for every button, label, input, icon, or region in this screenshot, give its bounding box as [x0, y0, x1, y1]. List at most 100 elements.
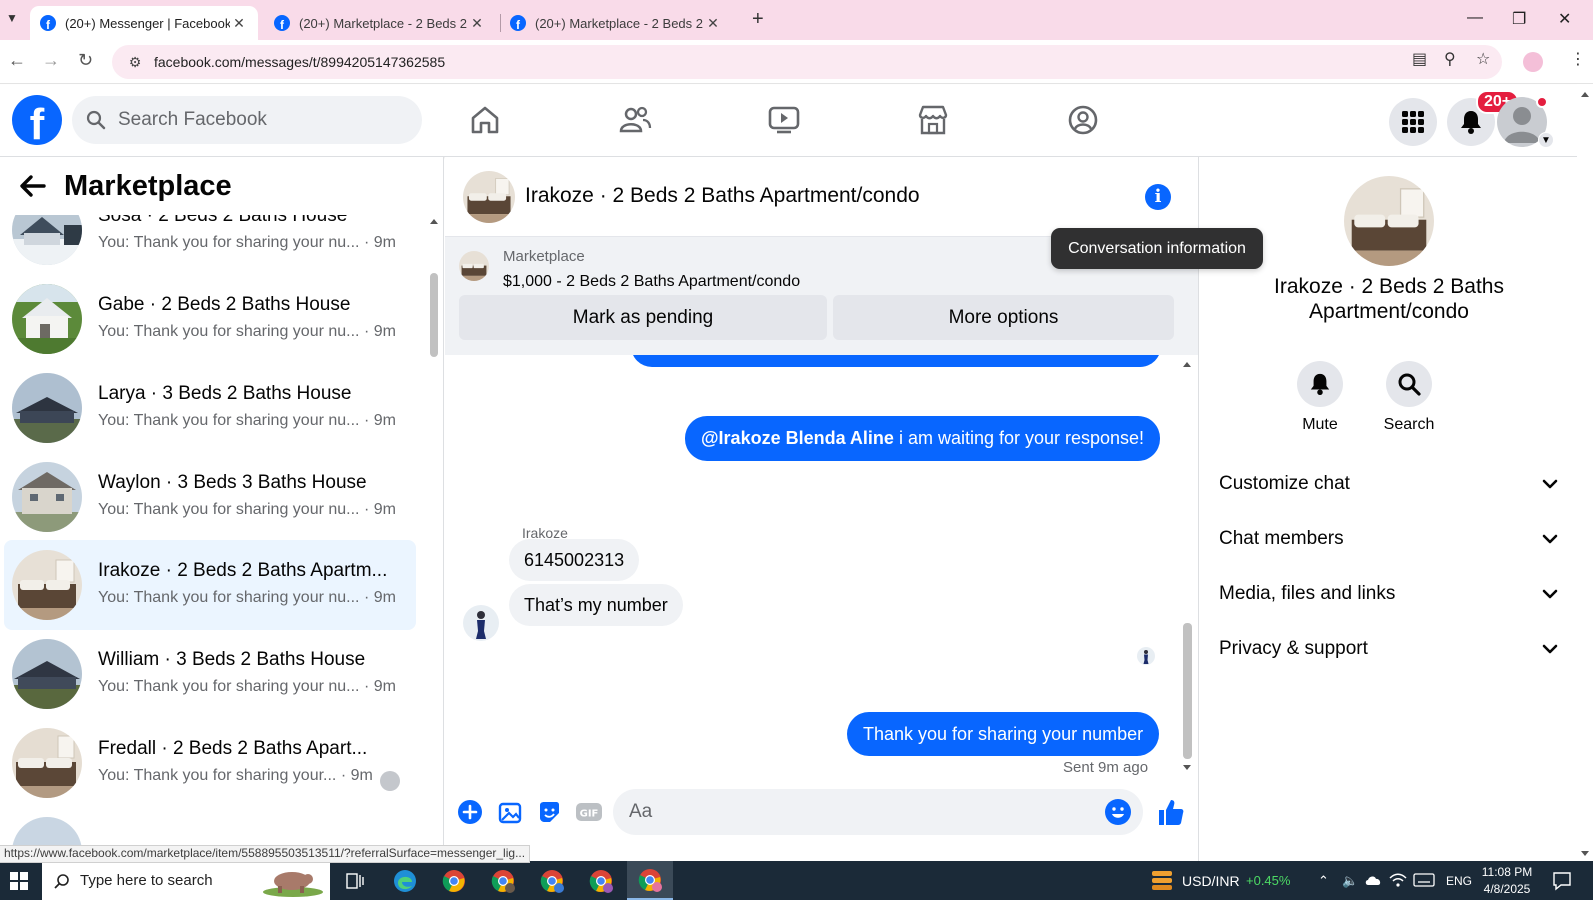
onedrive-cloud-icon[interactable] [1364, 874, 1382, 886]
menu-kebab-icon[interactable]: ⋮ [1570, 49, 1586, 69]
mute-button[interactable] [1297, 361, 1343, 407]
currency-widget-icon[interactable] [1150, 869, 1174, 891]
conversation-item[interactable]: Waylon · 3 Beds 3 Baths House You: Thank… [4, 452, 416, 542]
chevron-down-icon [1542, 534, 1558, 544]
chat-avatar[interactable] [463, 171, 515, 223]
close-tab-icon[interactable]: ✕ [468, 15, 486, 32]
chrome-profile-c-icon[interactable] [578, 861, 624, 900]
message-bubble-outgoing[interactable]: Thank you for sharing your number [847, 712, 1160, 756]
more-options-button[interactable]: More options [833, 295, 1174, 340]
facebook-search[interactable] [72, 96, 422, 144]
tab-messenger[interactable]: f (20+) Messenger | Facebook ✕ [30, 6, 258, 40]
speaker-muted-icon[interactable]: 🔈 [1342, 861, 1358, 900]
sidebar-title: Marketplace [64, 169, 232, 202]
taskbar-search-input[interactable] [80, 872, 280, 889]
facebook-logo-icon[interactable]: f [12, 95, 62, 145]
message-bubble-incoming[interactable]: That’s my number [509, 584, 683, 626]
chat-members-section[interactable]: Chat members [1219, 519, 1559, 559]
taskbar-search[interactable] [42, 861, 330, 900]
windows-start-icon[interactable] [10, 872, 28, 890]
close-window-icon[interactable]: ✕ [1558, 9, 1571, 29]
chat-header: Irakoze · 2 Beds 2 Baths Apartment/condo… [445, 157, 1198, 237]
back-icon[interactable]: ← [8, 50, 26, 71]
chrome-profile-a-icon[interactable] [480, 861, 526, 900]
conversation-item-active[interactable]: Irakoze · 2 Beds 2 Baths Apartm... You: … [4, 540, 416, 630]
sender-avatar[interactable] [463, 605, 499, 641]
zoom-icon[interactable]: ⚲ [1444, 49, 1456, 69]
conversation-info-icon[interactable]: i [1145, 184, 1171, 210]
listing-title[interactable]: $1,000 - 2 Beds 2 Baths Apartment/condo [503, 273, 800, 291]
currency-change[interactable]: +0.45% [1246, 861, 1290, 900]
account-caret-icon[interactable]: ▼ [1538, 132, 1554, 148]
site-settings-icon[interactable]: ⚙ [120, 54, 150, 71]
mention-link[interactable]: @Irakoze Blenda Aline [701, 428, 894, 449]
message-bubble-outgoing[interactable]: @Irakoze Blenda Aline i am waiting for y… [685, 416, 1161, 461]
url-text[interactable]: facebook.com/messages/t/8994205147362585 [154, 54, 445, 70]
chrome-icon[interactable] [431, 861, 477, 900]
mute-action[interactable]: Mute [1285, 361, 1355, 434]
chat-title[interactable]: Irakoze · 2 Beds 2 Baths Apartment/condo [525, 184, 920, 208]
gif-icon[interactable]: GIF [575, 799, 603, 825]
new-tab-icon[interactable]: + [752, 8, 764, 31]
photo-icon[interactable] [497, 799, 523, 825]
privacy-support-section[interactable]: Privacy & support [1219, 629, 1559, 669]
emoji-icon[interactable] [1105, 799, 1131, 825]
close-tab-icon[interactable]: ✕ [230, 15, 248, 32]
sidebar-scrollbar[interactable] [428, 215, 440, 861]
tab-marketplace-2[interactable]: f (20+) Marketplace - 2 Beds 2 B ✕ [500, 6, 732, 40]
back-arrow-icon[interactable] [16, 169, 50, 203]
conversation-info-tooltip: Conversation information [1051, 228, 1263, 269]
message-input-field[interactable] [613, 789, 1143, 835]
forward-icon[interactable]: → [42, 50, 60, 71]
reload-icon[interactable]: ↻ [78, 50, 93, 71]
currency-pair[interactable]: USD/INR [1182, 861, 1240, 900]
minimize-window-icon[interactable]: — [1467, 9, 1483, 27]
conversation-photo[interactable] [1344, 176, 1434, 266]
conversation-item[interactable]: Larya · 3 Beds 2 Baths House You: Thank … [4, 363, 416, 453]
profile-icon[interactable] [1523, 52, 1543, 72]
conversation-preview: You: Thank you for sharing your nu... · … [98, 234, 396, 251]
media-files-links-section[interactable]: Media, files and links [1219, 574, 1559, 614]
facebook-search-input[interactable] [118, 109, 398, 131]
customize-chat-section[interactable]: Customize chat [1219, 464, 1559, 504]
marketplace-icon[interactable] [916, 103, 950, 137]
input-language[interactable]: ENG [1446, 861, 1472, 900]
browser-address-bar: ← → ↻ ⚙ facebook.com/messages/t/89942051… [0, 40, 1593, 84]
url-omnibox[interactable]: ⚙ facebook.com/messages/t/89942051473625… [112, 45, 1502, 79]
install-app-icon[interactable]: ▤ [1412, 49, 1427, 69]
mark-as-pending-button[interactable]: Mark as pending [459, 295, 827, 340]
video-icon[interactable] [767, 103, 801, 137]
plus-circle-icon[interactable] [457, 799, 483, 825]
bookmark-star-icon[interactable]: ☆ [1476, 49, 1490, 69]
message-input[interactable] [629, 801, 1089, 823]
conversation-item[interactable]: Gabe · 2 Beds 2 Baths House You: Thank y… [4, 274, 416, 364]
sticker-icon[interactable] [536, 799, 562, 825]
page-scrollbar[interactable] [1577, 85, 1593, 861]
search-action[interactable]: Search [1374, 361, 1444, 434]
system-clock[interactable]: 11:08 PM 4/8/2025 [1472, 864, 1542, 898]
task-view-icon[interactable] [332, 861, 378, 900]
notification-center-icon[interactable] [1552, 871, 1572, 891]
keyboard-icon[interactable] [1413, 873, 1435, 887]
chrome-profile-d-icon-active[interactable] [627, 861, 673, 900]
chrome-profile-b-icon[interactable] [529, 861, 575, 900]
section-label: Customize chat [1219, 473, 1350, 494]
chat-scrollbar[interactable] [1180, 355, 1194, 783]
show-hidden-icons[interactable]: ⌃ [1318, 861, 1329, 900]
thumbs-up-icon[interactable] [1157, 797, 1185, 827]
conversation-item[interactable]: William · 3 Beds 2 Baths House You: Than… [4, 629, 416, 719]
menu-button[interactable] [1389, 98, 1437, 146]
restore-window-icon[interactable]: ❐ [1512, 9, 1526, 29]
listing-thumbnail[interactable] [459, 251, 489, 281]
friends-icon[interactable] [618, 103, 652, 137]
wifi-icon[interactable] [1389, 872, 1407, 888]
home-icon[interactable] [468, 103, 502, 137]
conversation-item[interactable]: Fredall · 2 Beds 2 Baths Apart... You: T… [4, 718, 416, 808]
gaming-icon[interactable] [1066, 103, 1100, 137]
close-tab-icon[interactable]: ✕ [704, 15, 722, 32]
tab-marketplace-1[interactable]: f (20+) Marketplace - 2 Beds 2 B ✕ [264, 6, 496, 40]
message-bubble-incoming[interactable]: 6145002313 [509, 539, 640, 581]
edge-icon[interactable] [382, 861, 428, 900]
search-in-conversation-button[interactable] [1386, 361, 1432, 407]
tab-list-icon[interactable]: ▼ [6, 11, 18, 25]
